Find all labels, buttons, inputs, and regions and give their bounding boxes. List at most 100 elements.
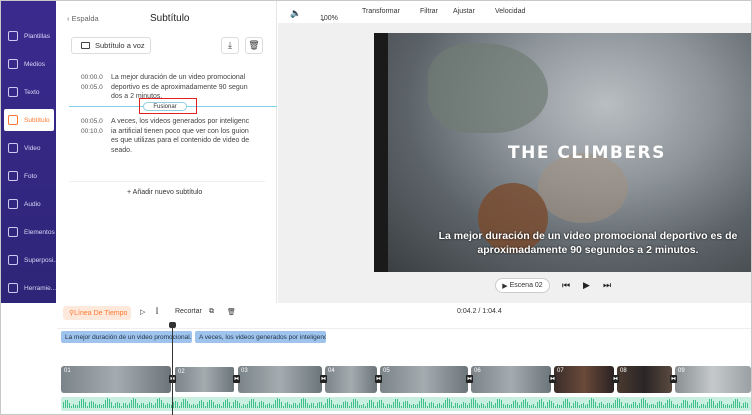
sidebar-item-text[interactable]: Texto	[4, 81, 54, 103]
add-subtitle-button[interactable]: + Añadir nuevo subtítulo	[127, 189, 202, 196]
video-clip[interactable]: 05	[380, 366, 468, 393]
waveform-bar	[273, 403, 274, 408]
sidebar-item-overlay[interactable]: Superposi...	[4, 249, 59, 271]
waveform-bar	[113, 405, 114, 408]
video-clip[interactable]: 09	[675, 366, 751, 393]
waveform-bar	[373, 401, 374, 408]
subtitle-track-chip[interactable]: A veces, los videos generados por inteli…	[195, 331, 326, 343]
video-clip[interactable]: 01	[61, 366, 171, 393]
waveform-bar	[549, 400, 550, 408]
sidebar-item-media[interactable]: Medios	[4, 53, 54, 75]
video-clip[interactable]: 08	[617, 366, 672, 393]
play-clip-icon[interactable]: ▷	[140, 308, 145, 316]
sidebar-item-label: Subtítulo	[24, 116, 50, 124]
transition-icon[interactable]: ⧓	[375, 375, 382, 383]
video-preview[interactable]: THE CLIMBERS La mejor duración de un vid…	[374, 33, 751, 272]
transition-icon[interactable]: ⧓	[549, 375, 556, 383]
duplicate-icon[interactable]: ⧉	[209, 308, 214, 316]
video-clip[interactable]: 07	[554, 366, 614, 393]
waveform-bar	[493, 405, 494, 408]
tts-label: Subtítulo a voz	[95, 41, 145, 50]
sidebar-item-subtitle[interactable]: Subtítulo	[4, 109, 54, 131]
waveform-bar	[115, 402, 116, 408]
split-icon[interactable]: ⫿	[156, 308, 158, 316]
waveform-bar	[553, 403, 554, 408]
waveform-bar	[387, 404, 388, 408]
timeline-mode-button[interactable]: ⚲ Línea De Tiempo	[63, 306, 131, 320]
video-caption[interactable]: La mejor duración de un video promociona…	[438, 229, 738, 257]
waveform-bar	[247, 404, 248, 408]
waveform-bar	[217, 404, 218, 408]
sidebar-item-elements[interactable]: Elementos	[4, 221, 55, 243]
sidebar-item-audio[interactable]: Audio	[4, 193, 54, 215]
subtitle-panel: ‹ Espalda Subtítulo Subtítulo a voz ⤓ 🗑 …	[57, 1, 277, 303]
playhead-handle[interactable]	[169, 322, 176, 328]
waveform-bar	[391, 405, 392, 408]
subtitle-times: 00:05.0 00:10.0	[81, 117, 103, 136]
playhead[interactable]	[172, 323, 173, 415]
transform-button[interactable]: Transformar	[362, 8, 400, 15]
waveform-bar	[93, 401, 94, 408]
video-clip[interactable]: 03	[238, 366, 322, 393]
waveform-bar	[133, 398, 134, 408]
waveform-bar	[245, 404, 246, 408]
video-clip[interactable]: 06	[471, 366, 551, 393]
waveform-bar	[685, 399, 686, 408]
waveform-bar	[583, 403, 584, 408]
sidebar-item-templates[interactable]: Plantillas	[4, 25, 54, 47]
waveform-bar	[229, 401, 230, 408]
delete-button[interactable]: 🗑	[245, 37, 263, 54]
sidebar-item-label: Superposi...	[24, 256, 59, 264]
scene-selector[interactable]: ▶ Escena 02	[495, 278, 550, 293]
waveform-bar	[639, 402, 640, 408]
waveform-bar	[303, 398, 304, 408]
clip-number: 05	[383, 368, 390, 374]
sidebar-item-video[interactable]: Video	[4, 137, 54, 159]
play-icon[interactable]: ▶	[583, 280, 590, 291]
waveform-bar	[177, 402, 178, 408]
template-icon	[8, 31, 18, 41]
subtitle-to-voice-button[interactable]: Subtítulo a voz	[71, 37, 151, 54]
next-icon[interactable]: ⏭	[603, 280, 611, 291]
waveform-bar	[223, 402, 224, 408]
sidebar-item-label: Medios	[24, 60, 45, 68]
sidebar-item-photo[interactable]: Foto	[4, 165, 54, 187]
waveform-bar	[591, 398, 592, 408]
video-title-text[interactable]: THE CLIMBERS	[508, 143, 666, 163]
sidebar-item-tools[interactable]: Herramie...	[4, 277, 56, 299]
trash-icon[interactable]: 🗑	[227, 308, 236, 316]
waveform-bar	[513, 401, 514, 408]
volume-icon[interactable]: 🔈	[290, 8, 301, 19]
transition-icon[interactable]: ⧓	[612, 375, 619, 383]
waveform-bar	[333, 403, 334, 408]
video-clip[interactable]: 04	[325, 366, 377, 393]
download-button[interactable]: ⤓	[221, 37, 239, 54]
audio-track-waveform[interactable]	[61, 397, 751, 411]
waveform-bar	[517, 401, 518, 408]
waveform-bar	[187, 400, 188, 408]
waveform-bar	[503, 403, 504, 408]
waveform-bar	[531, 404, 532, 408]
previous-icon[interactable]: ⏮	[562, 280, 570, 291]
waveform-bar	[219, 404, 220, 408]
transition-icon[interactable]: ⧓	[233, 375, 240, 383]
waveform-bar	[617, 398, 618, 408]
waveform-bar	[183, 399, 184, 408]
waveform-bar	[655, 404, 656, 408]
subtitle-text[interactable]: A veces, los videos generados por inteli…	[111, 117, 251, 155]
transition-icon[interactable]: ⧓	[320, 375, 327, 383]
trim-button[interactable]: Recortar	[175, 308, 202, 315]
video-clip[interactable]: 02	[174, 366, 235, 393]
waveform-bar	[323, 405, 324, 408]
speed-button[interactable]: Velocidad	[495, 8, 525, 15]
waveform-bar	[159, 398, 160, 408]
waveform-bar	[701, 404, 702, 408]
transition-icon[interactable]: ⧓	[466, 375, 473, 383]
transition-icon[interactable]: ⧓	[670, 375, 677, 383]
waveform-bar	[259, 402, 260, 408]
filter-button[interactable]: Filtrar	[420, 8, 438, 15]
waveform-bar	[241, 405, 242, 408]
back-button[interactable]: ‹ Espalda	[67, 14, 99, 23]
overlay-icon	[8, 255, 18, 265]
adjust-button[interactable]: Ajustar	[453, 8, 475, 15]
